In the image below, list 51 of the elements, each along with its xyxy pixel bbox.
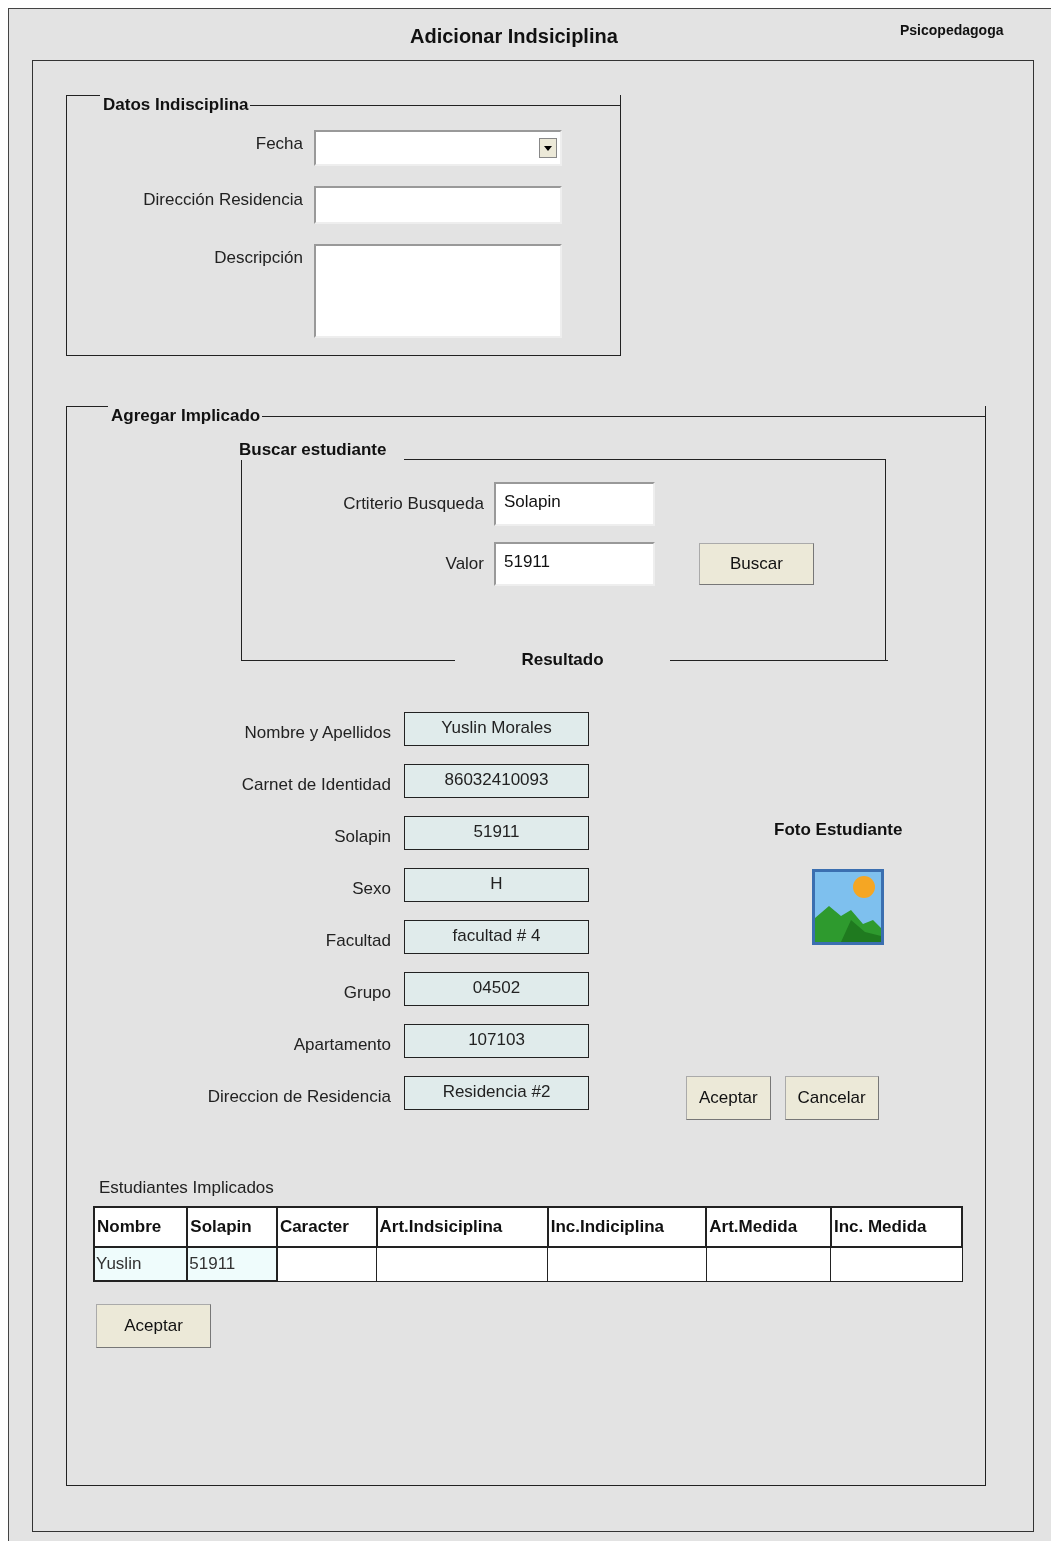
table-cell[interactable] [276, 1247, 377, 1281]
readonly-field: Residencia #2 [404, 1076, 589, 1110]
section-legend: Agregar Implicado [109, 406, 263, 426]
table-cell[interactable] [376, 1247, 548, 1281]
accept-button[interactable]: Aceptar [686, 1076, 771, 1120]
field-label: Direccion de Residencia [206, 1087, 391, 1107]
field-label: Nombre y Apellidos [243, 723, 391, 743]
readonly-field: 04502 [404, 972, 589, 1006]
input-field[interactable]: 51911 [494, 542, 655, 586]
column-header: Art.Medida [706, 1207, 831, 1247]
field-label: Valor [444, 554, 484, 574]
field-label: Carnet de Identidad [240, 775, 391, 795]
section-legend: Datos Indisciplina [101, 95, 251, 115]
field-label: Descripción [213, 247, 303, 269]
description-field[interactable] [314, 244, 562, 338]
user-role: Psicopedagoga [900, 22, 1004, 38]
column-header: Art.Indsiciplina [376, 1207, 548, 1247]
column-header: Inc.Indiciplina [547, 1207, 707, 1247]
accept-button[interactable]: Aceptar [96, 1304, 211, 1348]
readonly-field: 107103 [404, 1024, 589, 1058]
photo-label: Foto Estudiante [774, 820, 903, 840]
readonly-field: Yuslin Morales [404, 712, 589, 746]
readonly-field: 51911 [404, 816, 589, 850]
field-label: Apartamento [292, 1035, 391, 1055]
table-cell[interactable] [706, 1247, 831, 1281]
field-label: Fecha [254, 133, 303, 155]
table-cell[interactable] [547, 1247, 707, 1281]
cancel-button[interactable]: Cancelar [784, 1076, 879, 1120]
group-legend: Buscar estudiante [239, 440, 405, 460]
table-cell[interactable]: Yuslin [94, 1247, 188, 1281]
column-header: Caracter [276, 1207, 377, 1247]
window-title: Adicionar Indsiciplina [410, 25, 618, 49]
field-label: Sexo [351, 879, 391, 899]
readonly-field: facultad # 4 [404, 920, 589, 954]
table-caption: Estudiantes Implicados [99, 1178, 275, 1198]
field-label: Grupo [342, 983, 391, 1003]
input-field[interactable]: Solapin [494, 482, 655, 526]
table-cell[interactable] [830, 1247, 962, 1281]
field-label: Facultad [324, 931, 391, 951]
table-cell[interactable]: 51911 [187, 1247, 277, 1281]
readonly-field: H [404, 868, 589, 902]
input-field[interactable] [314, 186, 562, 224]
field-label: Solapin [333, 827, 391, 847]
column-header: Inc. Medida [830, 1207, 962, 1247]
image-icon [811, 868, 885, 946]
field-label: Dirección Residencia [142, 189, 303, 211]
readonly-field: 86032410093 [404, 764, 589, 798]
field-label: Crtiterio Busqueda [342, 494, 484, 514]
column-header: Nombre [94, 1207, 188, 1247]
group-legend: Resultado [455, 650, 670, 670]
search-button[interactable]: Buscar [699, 543, 814, 585]
